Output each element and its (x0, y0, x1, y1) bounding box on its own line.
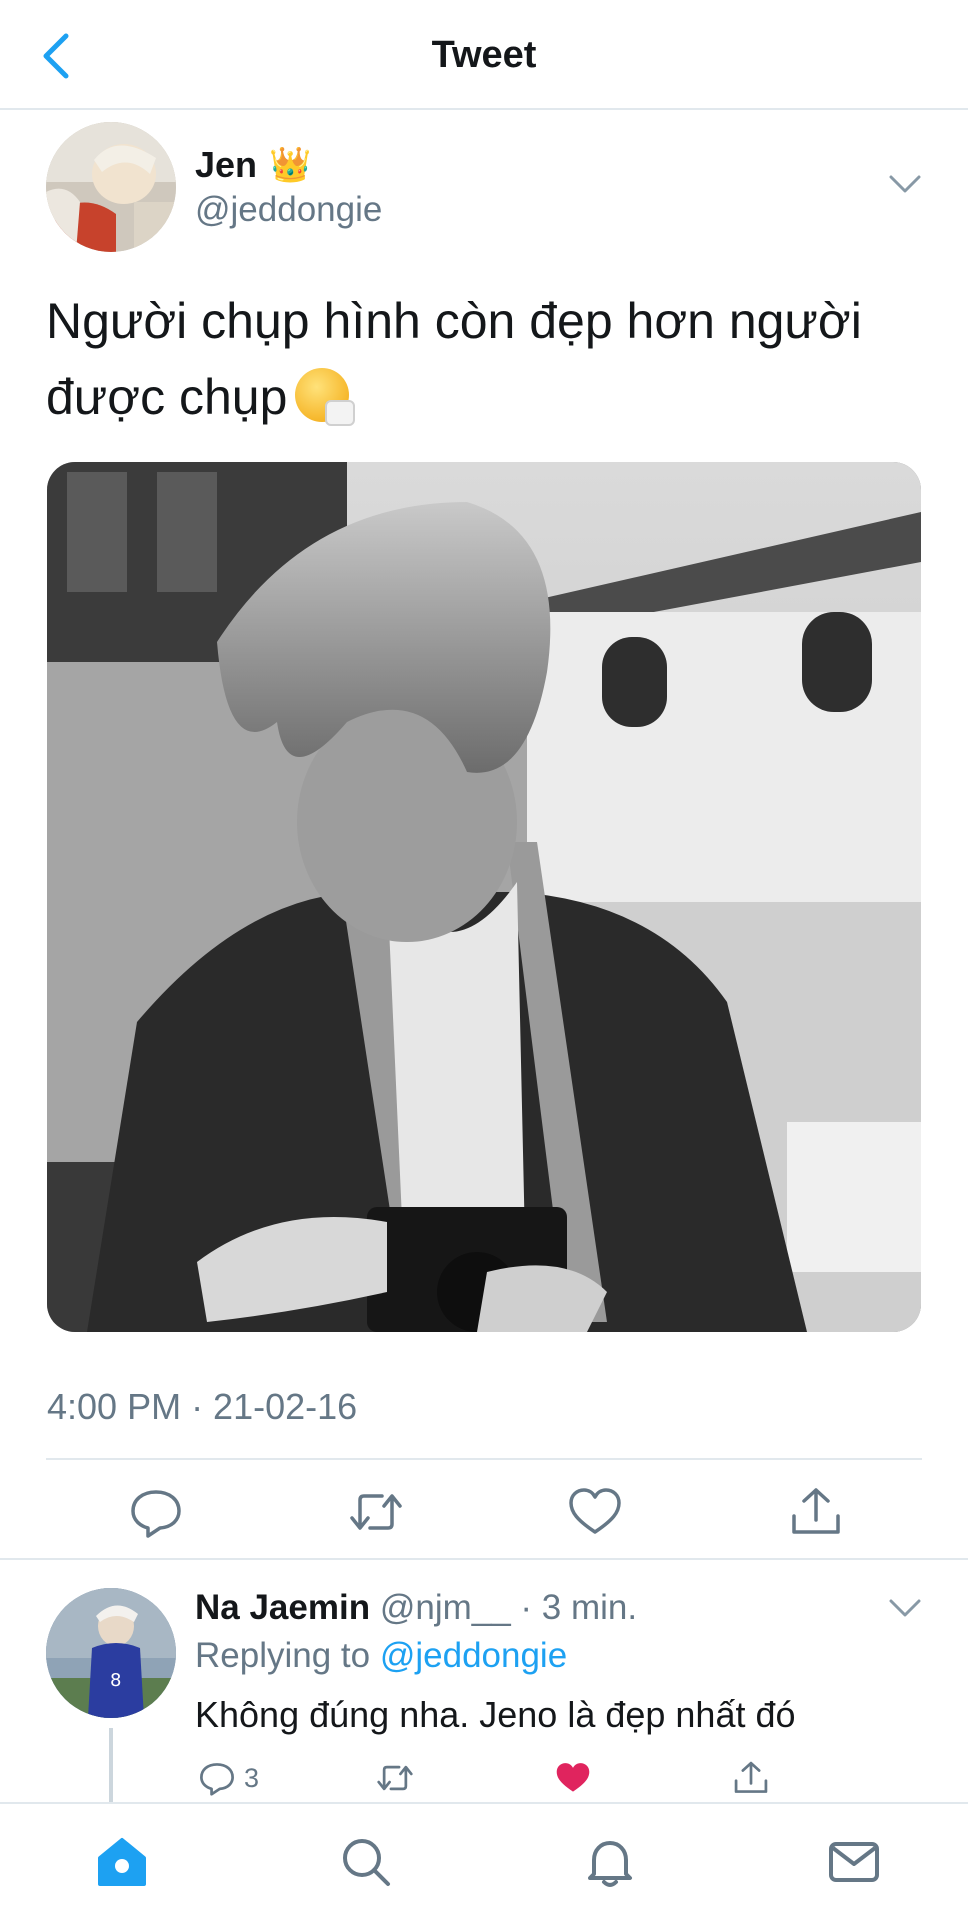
reply-text: Không đúng nha. Jeno là đẹp nhất đó (195, 1694, 796, 1735)
photo-image (47, 462, 921, 1332)
share-button[interactable] (788, 1486, 844, 1538)
tab-notifications[interactable] (582, 1834, 638, 1890)
page-title: Tweet (431, 34, 537, 76)
tab-search[interactable] (338, 1834, 394, 1890)
reply-author-handle[interactable]: @njm__ (380, 1588, 511, 1627)
reply-count: 3 (244, 1762, 260, 1793)
tab-messages[interactable] (826, 1834, 882, 1890)
bottom-tab-bar (0, 1802, 968, 1920)
tweet-timestamp: 4:00 PM · 21-02-16 (47, 1386, 358, 1427)
replying-to-line: Replying to @jeddongie (195, 1636, 567, 1676)
tweet-text-content: Người chụp hình còn đẹp hơn người được c… (46, 293, 862, 425)
reply-reply-button[interactable]: 3 (198, 1756, 259, 1800)
reply-button[interactable] (128, 1486, 184, 1538)
tweet-photo[interactable] (47, 462, 921, 1332)
avatar-image (46, 122, 176, 252)
reply-share-button[interactable] (732, 1756, 770, 1800)
like-button[interactable] (567, 1486, 623, 1538)
reply-like-button[interactable] (554, 1756, 592, 1800)
search-icon (343, 1839, 390, 1886)
like-filled-icon (556, 1763, 590, 1792)
messages-icon (829, 1842, 879, 1882)
share-icon (734, 1761, 768, 1793)
reply-author-avatar[interactable]: 8 (46, 1588, 176, 1718)
reply-icon (200, 1763, 234, 1796)
reply-header: Na Jaemin @njm__ · 3 min. (195, 1588, 637, 1628)
home-icon (98, 1838, 146, 1886)
chevron-down-icon (889, 1599, 921, 1617)
reply-icon (131, 1490, 181, 1538)
author-handle[interactable]: @jeddongie (195, 190, 382, 230)
tweet-text: Người chụp hình còn đẹp hơn người được c… (46, 283, 926, 435)
reply-action-bar: 3 (0, 1756, 968, 1800)
svg-text:8: 8 (110, 1670, 121, 1691)
replying-to-mention[interactable]: @jeddongie (380, 1636, 567, 1675)
retweet-button[interactable] (348, 1486, 404, 1538)
chevron-down-icon (889, 175, 921, 193)
reply-options-button[interactable] (888, 1596, 922, 1620)
top-nav-bar: Tweet (0, 0, 968, 110)
tweet-options-button[interactable] (888, 172, 922, 196)
author-avatar[interactable] (46, 122, 176, 252)
replying-to-prefix: Replying to (195, 1636, 380, 1675)
notifications-icon (588, 1841, 632, 1887)
retweet-icon (377, 1765, 413, 1791)
like-icon (569, 1488, 621, 1534)
tab-home[interactable] (94, 1834, 150, 1890)
share-icon (792, 1488, 840, 1534)
reply-retweet-button[interactable] (376, 1756, 414, 1800)
retweet-icon (350, 1494, 402, 1530)
crown-emoji-icon: 👑 (269, 146, 312, 184)
reply-time: 3 min. (541, 1588, 638, 1627)
avatar-image: 8 (46, 1588, 176, 1718)
author-name-text: Jen (195, 144, 258, 185)
divider (46, 1458, 922, 1460)
tweet-action-bar (0, 1462, 968, 1560)
sneezing-face-emoji-icon (295, 368, 356, 426)
reply-separator: · (510, 1588, 542, 1627)
author-name[interactable]: Jen 👑 (195, 144, 311, 186)
reply-author-name[interactable]: Na Jaemin (195, 1588, 370, 1627)
